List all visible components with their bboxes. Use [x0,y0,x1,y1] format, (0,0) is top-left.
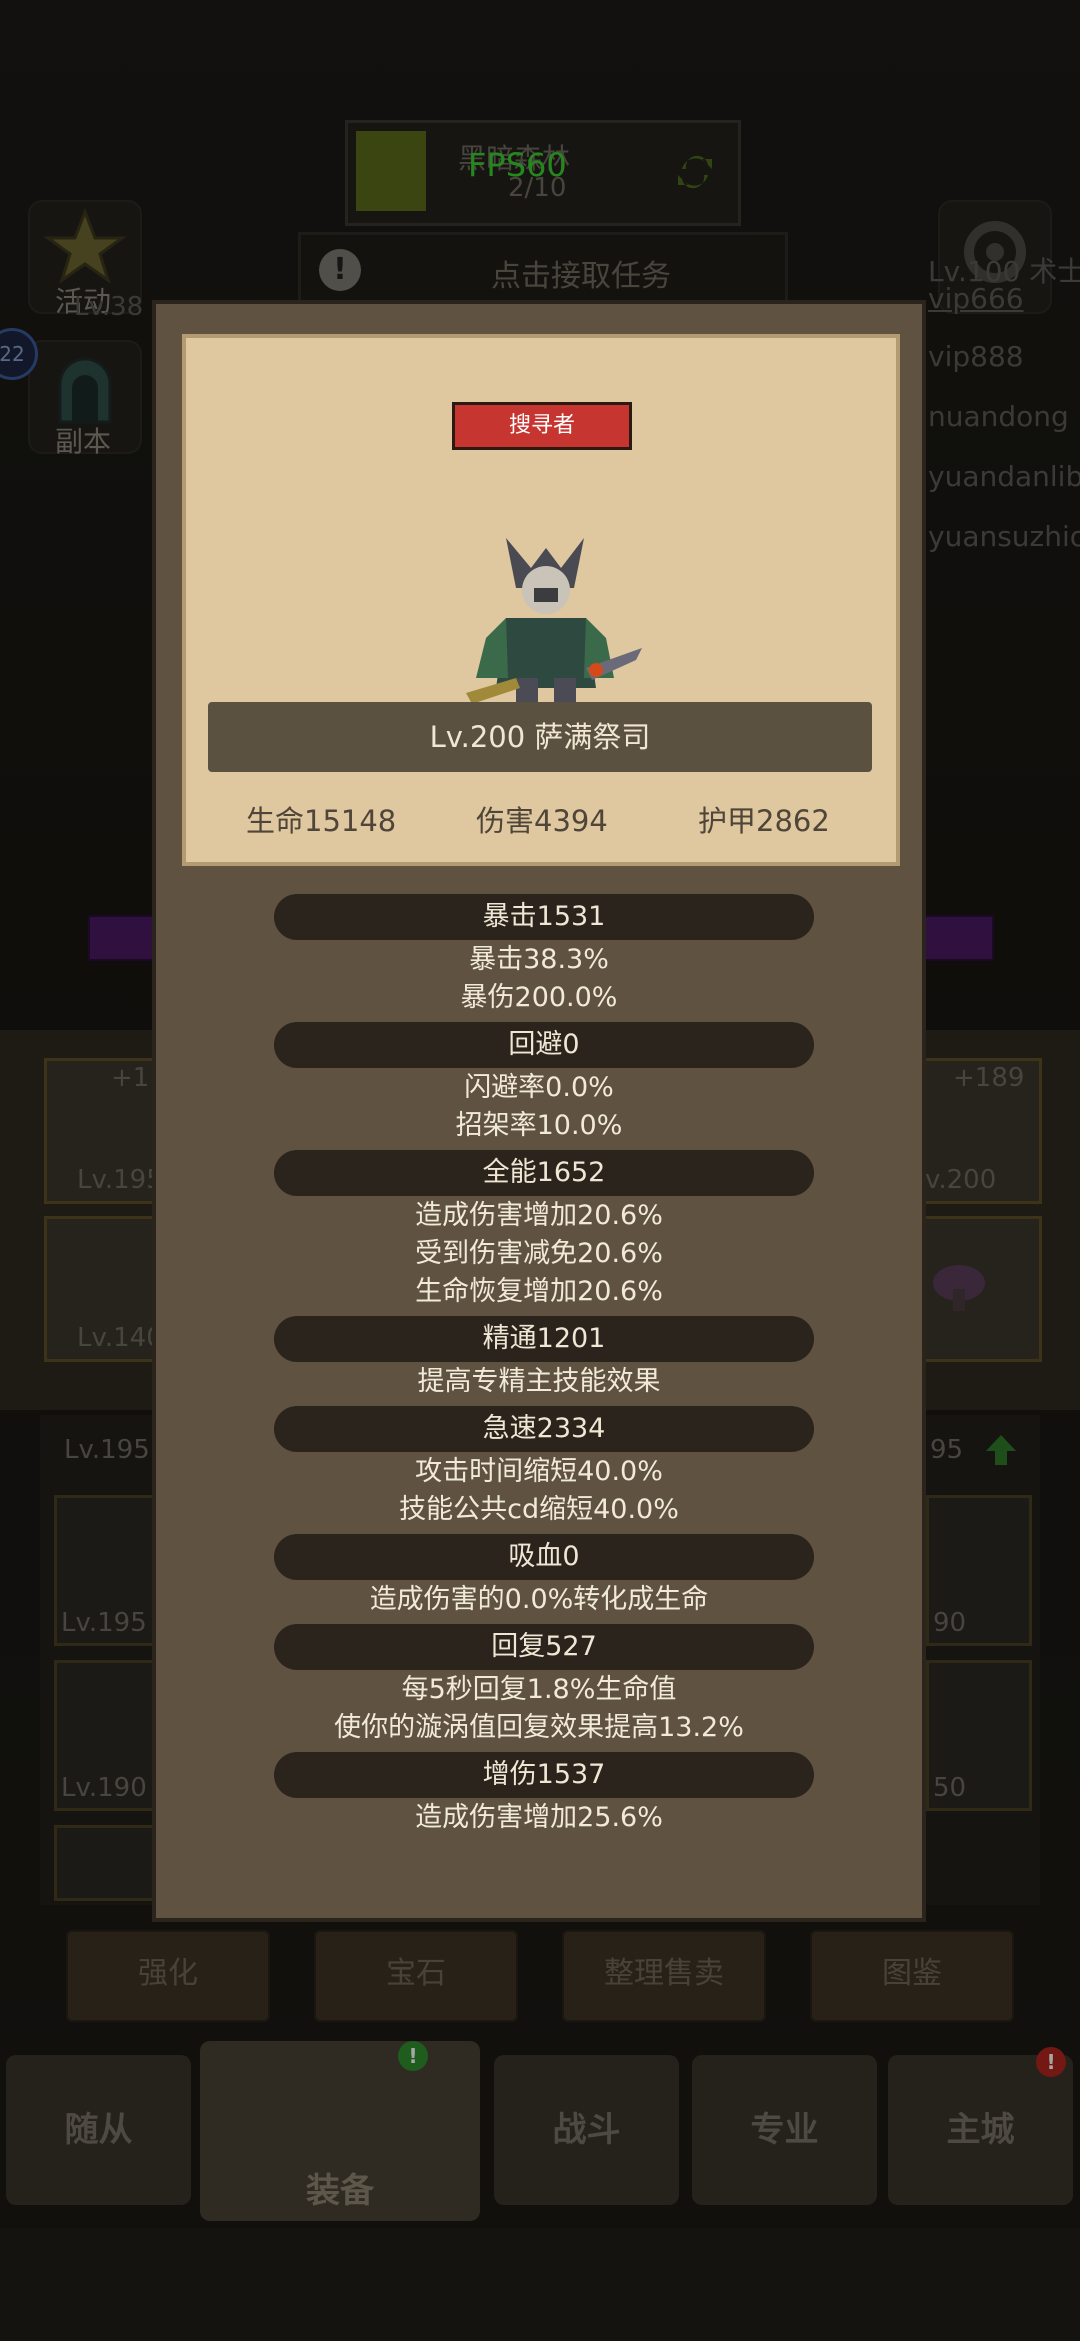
hero-name-bar: Lv.200 萨满祭司 [208,702,872,772]
stat-detail: 攻击时间缩短40.0% [415,1456,663,1487]
stat-detail: 造成伤害的0.0%转化成生命 [369,1584,709,1615]
stat-header: 吸血0 [274,1534,814,1580]
hero-stats-popup: 搜寻者 Lv.200 萨满祭司 生命15148 伤害4394 护甲2862 暴击… [152,300,926,1922]
stat-header: 回避0 [274,1022,814,1068]
stat-detail: 使你的漩涡值回复效果提高13.2% [334,1712,744,1743]
hero-sprite [466,538,642,708]
stat-header: 精通1201 [274,1316,814,1362]
damage-stat: 伤害4394 [476,804,608,838]
stat-detail: 提高专精主技能效果 [417,1366,661,1397]
armor-stat: 护甲2862 [698,804,830,838]
stat-detail: 受到伤害减免20.6% [415,1238,663,1269]
stat-detail: 造成伤害增加25.6% [415,1802,663,1833]
stat-detail: 闪避率0.0% [464,1072,614,1103]
class-badge: 搜寻者 [452,402,632,450]
stat-header: 全能1652 [274,1150,814,1196]
stat-header: 急速2334 [274,1406,814,1452]
stat-detail: 技能公共cd缩短40.0% [399,1494,679,1525]
hero-card: 搜寻者 Lv.200 萨满祭司 生命15148 伤害4394 护甲2862 [182,334,900,866]
stat-detail: 造成伤害增加20.6% [415,1200,663,1231]
stat-detail: 招架率10.0% [455,1110,623,1141]
stat-detail: 生命恢复增加20.6% [415,1276,663,1307]
stat-detail: 每5秒回复1.8%生命值 [401,1674,677,1705]
stat-header: 增伤1537 [274,1752,814,1798]
stat-header: 暴击1531 [274,894,814,940]
stat-header: 回复527 [274,1624,814,1670]
hp-stat: 生命15148 [246,804,397,838]
stat-detail: 暴击38.3% [469,944,609,975]
stat-detail: 暴伤200.0% [460,982,618,1013]
